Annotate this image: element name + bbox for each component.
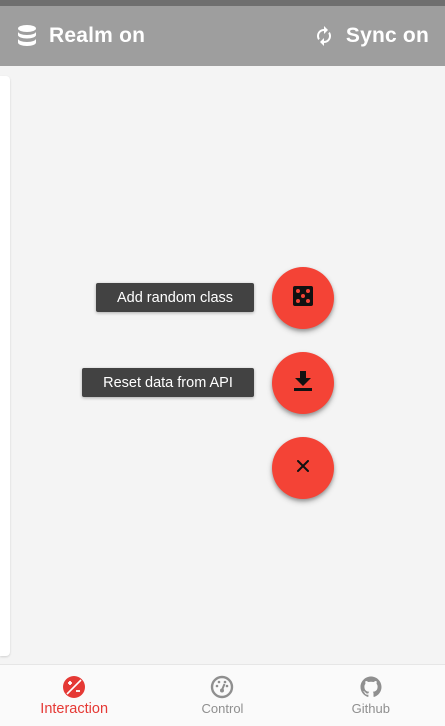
reset-data-label[interactable]: Reset data from API bbox=[82, 368, 254, 397]
add-random-class-label[interactable]: Add random class bbox=[96, 283, 254, 312]
sync-status[interactable]: Sync on bbox=[314, 24, 429, 48]
realm-status-label: Realm on bbox=[49, 24, 146, 47]
sync-status-label: Sync on bbox=[345, 24, 429, 47]
nav-item-interaction[interactable]: Interaction bbox=[0, 665, 148, 726]
nav-item-control[interactable]: Control bbox=[148, 665, 296, 726]
add-random-class-button[interactable] bbox=[272, 267, 334, 329]
download-icon bbox=[294, 370, 312, 396]
database-icon bbox=[17, 24, 37, 48]
side-panel-edge bbox=[0, 76, 10, 656]
nav-label-control: Control bbox=[201, 701, 244, 716]
speedometer-icon bbox=[210, 675, 234, 699]
nav-label-interaction: Interaction bbox=[40, 700, 109, 717]
github-icon bbox=[359, 675, 383, 699]
main-content bbox=[0, 66, 445, 664]
sync-icon bbox=[314, 24, 334, 48]
bottom-navigation: Interaction Control Github bbox=[0, 664, 445, 726]
realm-status[interactable]: Realm on bbox=[17, 24, 145, 48]
speed-dial-close-button[interactable] bbox=[272, 437, 334, 499]
close-icon bbox=[297, 459, 309, 477]
dice-icon bbox=[293, 285, 313, 311]
nav-item-github[interactable]: Github bbox=[297, 665, 445, 726]
app-bar: Realm on Sync on bbox=[0, 6, 445, 66]
nav-label-github: Github bbox=[351, 701, 390, 716]
reset-data-button[interactable] bbox=[272, 352, 334, 414]
interaction-icon bbox=[62, 675, 86, 699]
